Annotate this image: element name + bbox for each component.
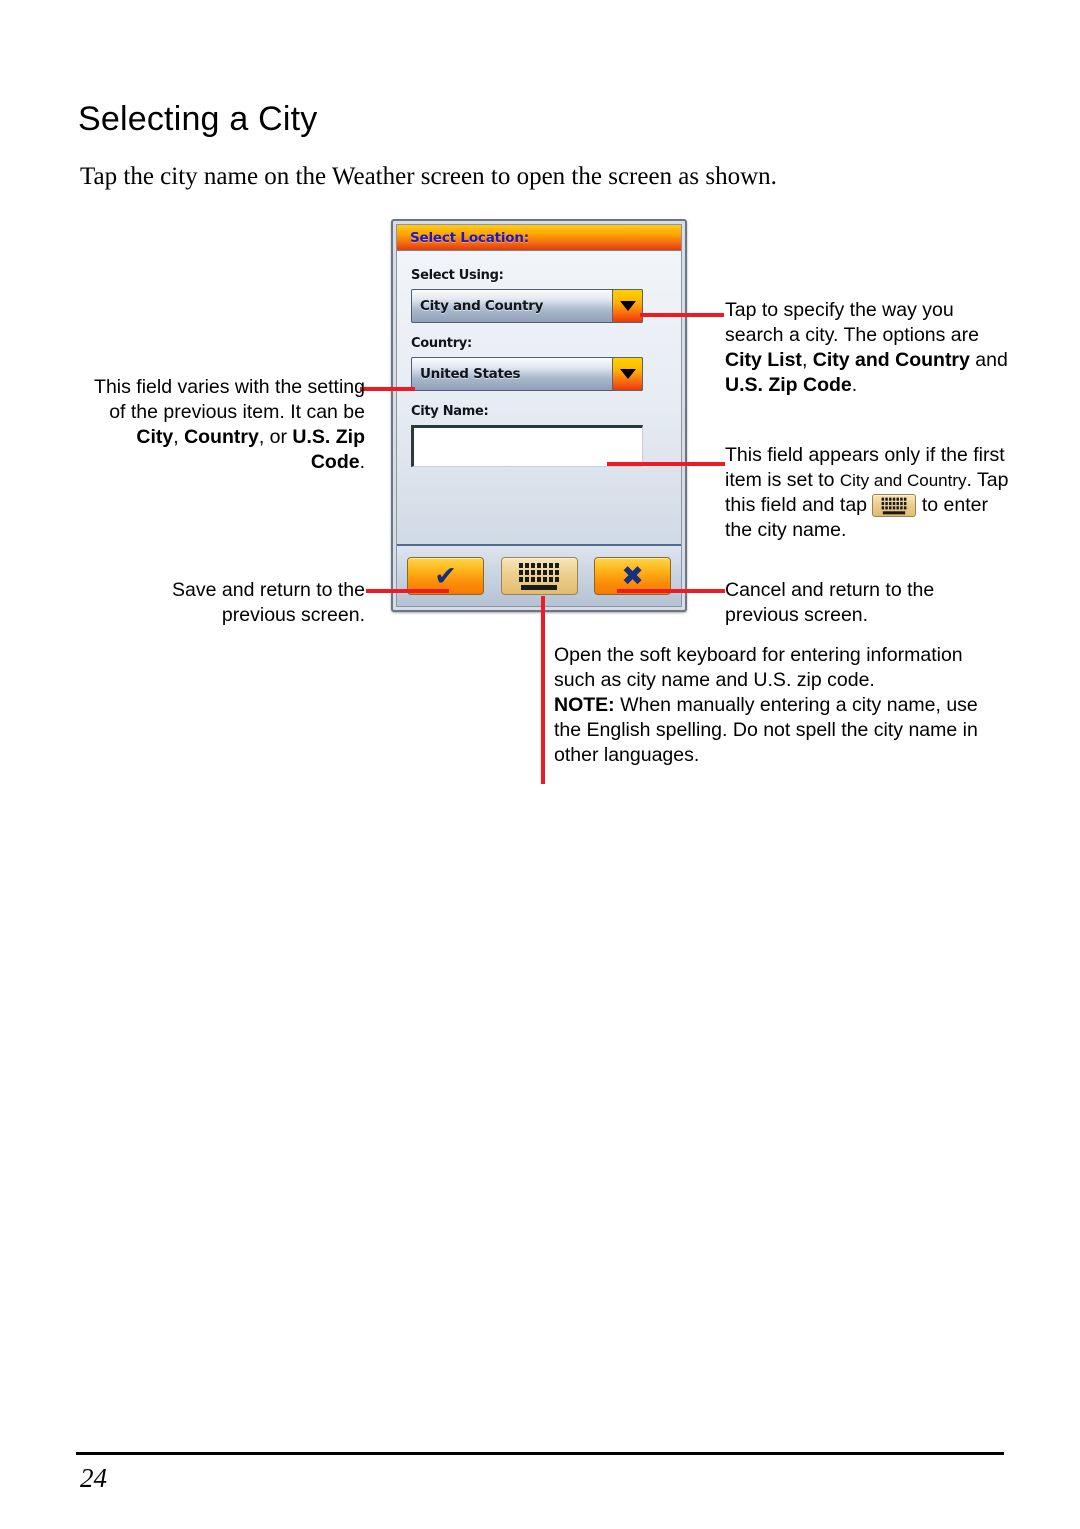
device-screen: Select Location: Select Using: City and … [396, 224, 682, 607]
dialog-body: Select Using: City and Country Country: … [397, 252, 681, 544]
chevron-down-icon[interactable] [612, 357, 643, 391]
callout-city-name: This field appears only if the first ite… [725, 444, 1009, 541]
close-icon: ✖ [621, 560, 644, 592]
keyboard-icon [519, 562, 559, 590]
keyboard-icon-glyph [882, 497, 907, 514]
callout-keyboard: Open the soft keyboard for entering info… [554, 644, 978, 766]
country-value: United States [420, 366, 521, 382]
chevron-down-icon[interactable] [612, 289, 643, 323]
callout-line-select-using [640, 313, 724, 317]
callout-cancel: Cancel and return to the previous screen… [725, 579, 935, 626]
dialog-title: Select Location: [410, 229, 529, 246]
page-intro-text: Tap the city name on the Weather screen … [80, 163, 777, 190]
callout-line-cancel [617, 589, 725, 593]
callout-select-using: Tap to specify the way you search a city… [725, 299, 1008, 396]
page-number: 24 [80, 1463, 107, 1493]
callout-line-country [360, 387, 415, 391]
callout-save: Save and return to the previous screen. [172, 579, 365, 626]
callout-left-field: This field varies with the setting of th… [94, 376, 365, 473]
checkmark-icon: ✔ [434, 560, 457, 592]
callout-line-keyboard [541, 596, 545, 784]
select-using-dropdown[interactable]: City and Country [411, 289, 643, 323]
footer-divider [76, 1452, 1004, 1455]
page-title: Selecting a City [78, 100, 318, 138]
country-label: Country: [411, 336, 472, 351]
device-screenshot: Select Location: Select Using: City and … [391, 219, 687, 612]
keyboard-button[interactable] [500, 557, 578, 595]
dialog-toolbar: ✔ ✖ [397, 544, 681, 606]
select-using-value: City and Country [420, 298, 544, 314]
city-name-label: City Name: [411, 404, 489, 419]
dialog-titlebar: Select Location: [397, 225, 681, 251]
callout-line-save [366, 589, 449, 593]
country-dropdown[interactable]: United States [411, 357, 643, 391]
city-name-input[interactable] [411, 425, 643, 467]
keyboard-icon [872, 494, 917, 517]
callout-line-city-name [607, 462, 725, 466]
select-using-label: Select Using: [411, 268, 504, 283]
